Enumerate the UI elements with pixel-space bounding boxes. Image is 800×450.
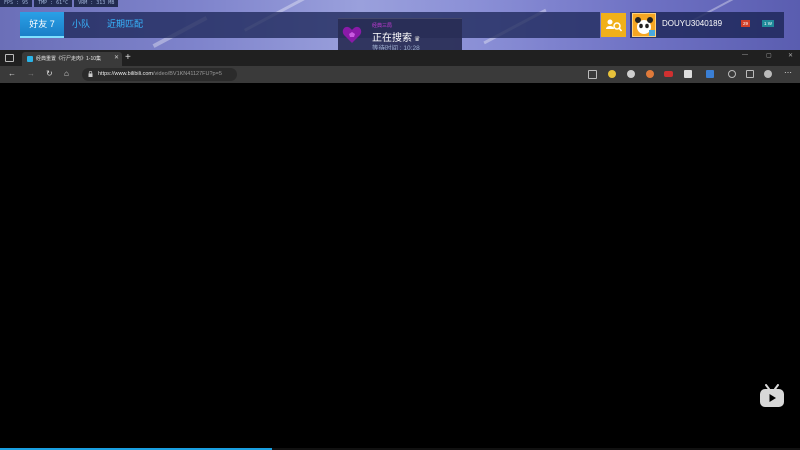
temperature-stat: TMP : 61°C <box>34 0 73 7</box>
collections-icon[interactable] <box>746 70 754 78</box>
tab-squad[interactable]: 小队 <box>66 12 96 38</box>
video-player[interactable] <box>0 83 800 450</box>
extension-orange-icon[interactable] <box>646 70 654 78</box>
home-icon[interactable]: ⌂ <box>64 69 69 78</box>
extension-screen-icon[interactable] <box>684 70 692 78</box>
extension-yellow-icon[interactable] <box>608 70 616 78</box>
extension-gray-icon[interactable] <box>627 70 635 78</box>
tab-recent-matches[interactable]: 近期匹配 <box>100 12 150 38</box>
favorites-icon[interactable] <box>728 70 736 78</box>
url-text[interactable]: https://www.bilibili.com/video/BV1KN4112… <box>98 71 222 77</box>
back-arrow-icon[interactable]: ← <box>8 69 16 78</box>
tab-title: 经典重置《行尸走肉》1-10集 <box>36 56 102 62</box>
minimize-button[interactable]: — <box>742 52 748 58</box>
game-mode-label: 经典三局 <box>372 23 393 29</box>
close-window-button[interactable]: ✕ <box>788 52 793 59</box>
quick-match-button[interactable] <box>601 13 626 37</box>
search-people-icon <box>605 19 622 32</box>
url-host: https://www.bilibili.com <box>98 71 154 77</box>
heart-icon <box>342 26 362 43</box>
panda-avatar-icon <box>633 14 655 36</box>
close-tab-icon[interactable]: ✕ <box>114 54 119 61</box>
username: DOUYU3040189 <box>662 19 723 28</box>
avatar[interactable] <box>632 13 656 37</box>
matchmaking-status-card[interactable]: 经典三局 正在搜索 ♛ 等待时间 : 10:28 <box>338 18 462 52</box>
performance-stats: FPS : 95 TMP : 61°C VRM : 313 MB <box>0 0 119 7</box>
maximize-button[interactable]: ▢ <box>766 52 772 59</box>
tab-friends[interactable]: 好友 7 <box>20 12 64 38</box>
profile-icon[interactable] <box>764 70 772 78</box>
bilibili-favicon-icon <box>27 56 33 62</box>
reading-mode-icon[interactable] <box>588 70 597 79</box>
new-tab-button[interactable]: + <box>125 52 131 63</box>
vram-stat: VRM : 313 MB <box>74 0 119 7</box>
url-path: /video/BV1KN41127FU?p=5 <box>153 71 222 77</box>
more-menu-icon[interactable]: ⋯ <box>784 68 792 77</box>
tab-actions-icon[interactable] <box>5 54 14 62</box>
bilibili-logo-icon <box>760 384 784 407</box>
rank-badge: 1 W <box>762 20 775 27</box>
extension-red-icon[interactable] <box>664 71 673 77</box>
forward-arrow-icon[interactable]: → <box>27 69 35 78</box>
lock-icon[interactable] <box>88 71 93 77</box>
fps-stat: FPS : 95 <box>0 0 33 7</box>
extension-blue-icon[interactable] <box>706 70 714 78</box>
level-badge: 29 <box>741 20 751 27</box>
refresh-icon[interactable]: ↻ <box>46 69 53 78</box>
